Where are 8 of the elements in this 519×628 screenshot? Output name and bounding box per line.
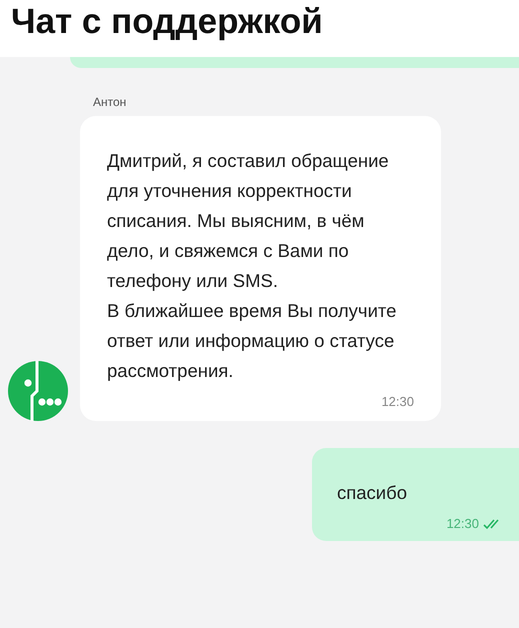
message-text: В ближайшее время Вы получите ответ или информацию о статусе рассмотрения. [107, 299, 398, 383]
message-text: Дмитрий, я составил обращение для уточнения корректности списания. Мы выясним, в чём дело, и свяжемся с Вами по телефону или SMS. [107, 149, 390, 293]
sender-name: Антон [93, 94, 128, 110]
message-time: 12:30 [446, 516, 479, 531]
message-time: 12:30 [381, 394, 414, 409]
page-title: Чат с поддержкой [11, 1, 324, 43]
message-text: спасибо [337, 481, 408, 505]
logo-avatar-icon [8, 361, 68, 421]
